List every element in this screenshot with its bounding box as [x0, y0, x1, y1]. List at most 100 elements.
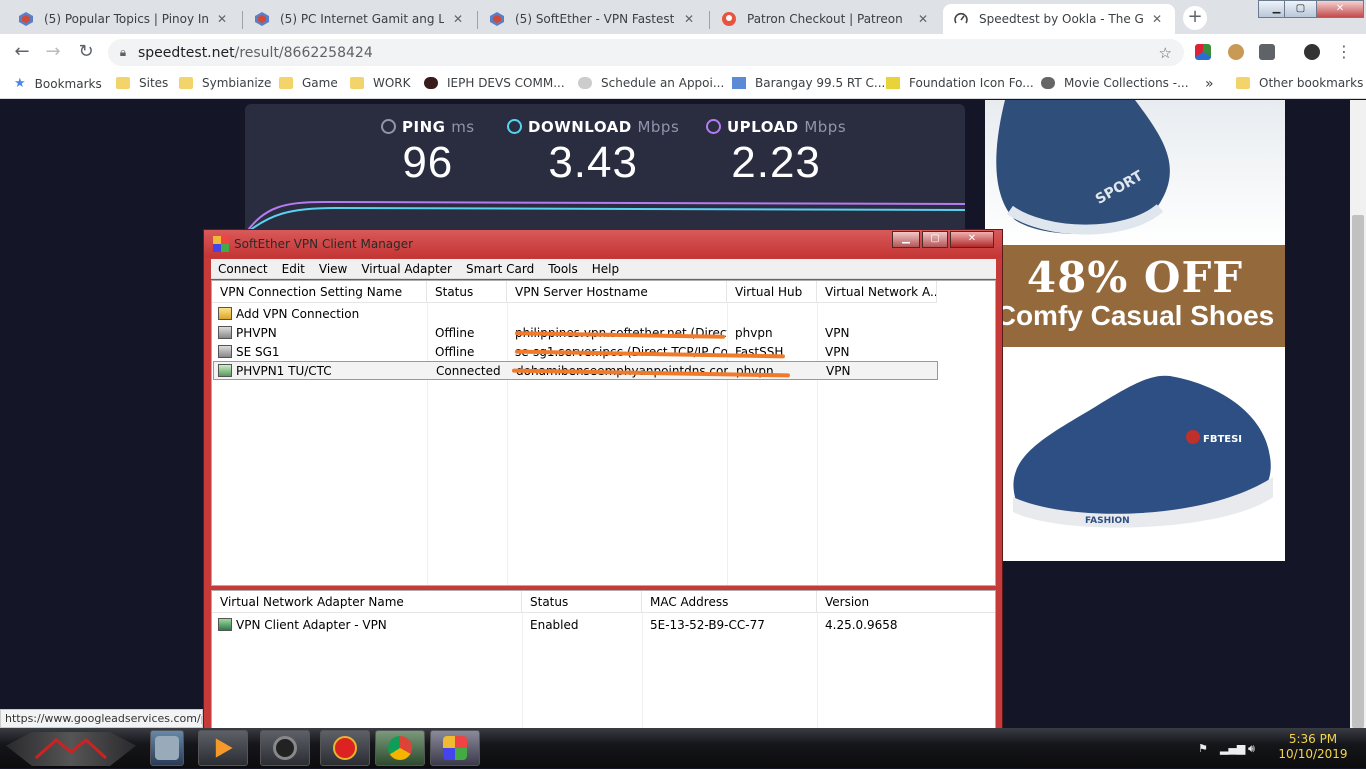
- back-button[interactable]: ←: [10, 40, 34, 64]
- ping-metric: PING ms 96: [381, 118, 475, 188]
- taskbar-chrome[interactable]: [375, 730, 425, 766]
- connection-status: Offline: [435, 345, 475, 359]
- start-button[interactable]: [6, 732, 136, 766]
- tab-softether[interactable]: (5) SoftEther - VPN Fastest Phili ✕: [479, 4, 707, 34]
- ping-icon: [381, 119, 396, 134]
- connection-adapter: VPN: [825, 326, 850, 340]
- shoe-image: SPORT: [996, 100, 1170, 235]
- upload-unit: Mbps: [804, 118, 847, 136]
- softether-window: SoftEther VPN Client Manager ▁ ▢ ✕ Conne…: [203, 229, 1003, 732]
- bookmark-movies[interactable]: Movie Collections -...: [1041, 76, 1189, 90]
- site-icon: [578, 77, 592, 89]
- column-header-status[interactable]: Status: [522, 591, 642, 613]
- ad-subline: Comfy Casual Shoes: [995, 300, 1275, 331]
- virtual-adapter-list[interactable]: Virtual Network Adapter Name Status MAC …: [211, 590, 996, 730]
- clock-time: 5:36 PM: [1288, 732, 1338, 746]
- download-value: 3.43: [548, 138, 638, 187]
- bookmark-ieph-devs[interactable]: IEPH DEVS COMM...: [424, 76, 565, 90]
- taskbar-media-player[interactable]: [198, 730, 248, 766]
- avatar[interactable]: [1304, 44, 1320, 60]
- column-header-version[interactable]: Version: [817, 591, 995, 613]
- upload-metric: UPLOAD Mbps 2.23: [706, 118, 846, 188]
- menu-connect[interactable]: Connect: [211, 262, 275, 276]
- reload-button[interactable]: ↻: [74, 40, 98, 64]
- site-icon: [886, 77, 900, 89]
- menu-tools[interactable]: Tools: [541, 262, 585, 276]
- bookmark-bookmarks[interactable]: ★ Bookmarks: [14, 76, 102, 91]
- bookmark-label: IEPH DEVS COMM...: [447, 76, 565, 90]
- network-icon[interactable]: ▂▄▆: [1220, 742, 1245, 755]
- close-icon[interactable]: ✕: [681, 12, 697, 26]
- column-header-adapter[interactable]: Virtual Network A...: [817, 281, 937, 303]
- show-desktop-button[interactable]: [150, 730, 184, 766]
- extension-icon[interactable]: [1195, 44, 1211, 60]
- bookmark-game[interactable]: Game: [279, 76, 338, 90]
- close-icon[interactable]: ✕: [450, 12, 466, 26]
- menu-icon[interactable]: ⋮: [1332, 40, 1356, 64]
- tab-speedtest[interactable]: Speedtest by Ookla - The Globa ✕: [943, 4, 1175, 34]
- vpn-connection-list[interactable]: VPN Connection Setting Name Status VPN S…: [211, 280, 996, 586]
- menu-bar: Connect Edit View Virtual Adapter Smart …: [211, 259, 996, 279]
- column-header-status[interactable]: Status: [427, 281, 507, 303]
- bookmark-sites[interactable]: Sites: [116, 76, 168, 90]
- bookmark-label: Foundation Icon Fo...: [909, 76, 1034, 90]
- more-bookmarks-button[interactable]: »: [1205, 76, 1214, 92]
- close-window-button[interactable]: ✕: [950, 231, 994, 248]
- close-icon[interactable]: ✕: [1149, 12, 1165, 26]
- bookmark-label: Bookmarks: [34, 76, 102, 91]
- desktop-icon: [155, 736, 179, 760]
- upload-label: UPLOAD: [727, 118, 799, 136]
- bookmark-symbianize[interactable]: Symbianize: [179, 76, 271, 90]
- bookmark-barangay[interactable]: Barangay 99.5 RT C...: [732, 76, 885, 90]
- close-icon[interactable]: ✕: [915, 12, 931, 26]
- menu-virtual-adapter[interactable]: Virtual Adapter: [354, 262, 459, 276]
- folder-icon: [116, 77, 130, 89]
- chrome-icon: [388, 736, 412, 760]
- bookmark-schedule[interactable]: Schedule an Appoi...: [578, 76, 724, 90]
- connection-name: PHVPN1 TU/CTC: [236, 364, 332, 378]
- bookmark-work[interactable]: WORK: [350, 76, 411, 90]
- bookmarks-bar: ★ Bookmarks Sites Symbianize Game WORK IE…: [0, 70, 1366, 99]
- column-header-hub[interactable]: Virtual Hub: [727, 281, 817, 303]
- scrollbar-thumb[interactable]: [1352, 215, 1364, 728]
- tab-pc-internet[interactable]: (5) PC Internet Gamit ang Luma ✕: [244, 4, 476, 34]
- menu-view[interactable]: View: [312, 262, 354, 276]
- maximize-button[interactable]: ▢: [922, 231, 948, 248]
- list-item-adapter[interactable]: VPN Client Adapter - VPN Enabled 5E-13-5…: [214, 616, 987, 635]
- ping-unit: ms: [451, 118, 475, 136]
- site-icon: [732, 77, 746, 89]
- bookmark-label: Symbianize: [202, 76, 272, 90]
- close-window-button[interactable]: ✕: [1316, 0, 1364, 18]
- taskbar-softether[interactable]: [430, 730, 480, 766]
- taskbar-record-app[interactable]: [320, 730, 370, 766]
- menu-help[interactable]: Help: [585, 262, 626, 276]
- bookmark-other[interactable]: Other bookmarks: [1236, 76, 1363, 90]
- tray-notification-icon[interactable]: ⚑: [1198, 742, 1208, 755]
- facebook-icon[interactable]: [1259, 44, 1275, 60]
- volume-icon[interactable]: 🔊︎: [1248, 742, 1255, 756]
- menu-edit[interactable]: Edit: [275, 262, 312, 276]
- list-item-add-connection[interactable]: Add VPN Connection: [214, 305, 427, 324]
- column-header-hostname[interactable]: VPN Server Hostname: [507, 281, 727, 303]
- column-header-mac[interactable]: MAC Address: [642, 591, 817, 613]
- close-icon[interactable]: ✕: [214, 12, 230, 26]
- column-header-adapter-name[interactable]: Virtual Network Adapter Name: [212, 591, 522, 613]
- address-bar[interactable]: 🔒︎ speedtest.net/result/8662258424 ☆: [108, 39, 1184, 66]
- cookie-icon[interactable]: [1228, 44, 1244, 60]
- menu-smart-card[interactable]: Smart Card: [459, 262, 541, 276]
- forward-button[interactable]: →: [41, 40, 65, 64]
- shoe-advertisement[interactable]: SPORT 48% OFF Comfy Casual Shoes FBTESI …: [985, 100, 1285, 561]
- taskbar-camera-app[interactable]: [260, 730, 310, 766]
- column-header-name[interactable]: VPN Connection Setting Name: [212, 281, 427, 303]
- download-label: DOWNLOAD: [528, 118, 632, 136]
- window-title-bar[interactable]: SoftEther VPN Client Manager ▁ ▢ ✕: [204, 230, 1002, 258]
- tab-patreon[interactable]: Patron Checkout | Patreon ✕: [711, 4, 941, 34]
- star-icon[interactable]: ☆: [1159, 44, 1172, 62]
- bookmark-foundation[interactable]: Foundation Icon Fo...: [886, 76, 1034, 90]
- tab-popular-topics[interactable]: (5) Popular Topics | Pinoy Intern ✕: [8, 4, 240, 34]
- folder-icon: [279, 77, 293, 89]
- minimize-button[interactable]: ▁: [892, 231, 920, 248]
- system-clock[interactable]: 5:36 PM 10/10/2019: [1272, 732, 1354, 762]
- maximize-button[interactable]: ▢: [1284, 0, 1317, 18]
- new-tab-button[interactable]: +: [1183, 6, 1207, 30]
